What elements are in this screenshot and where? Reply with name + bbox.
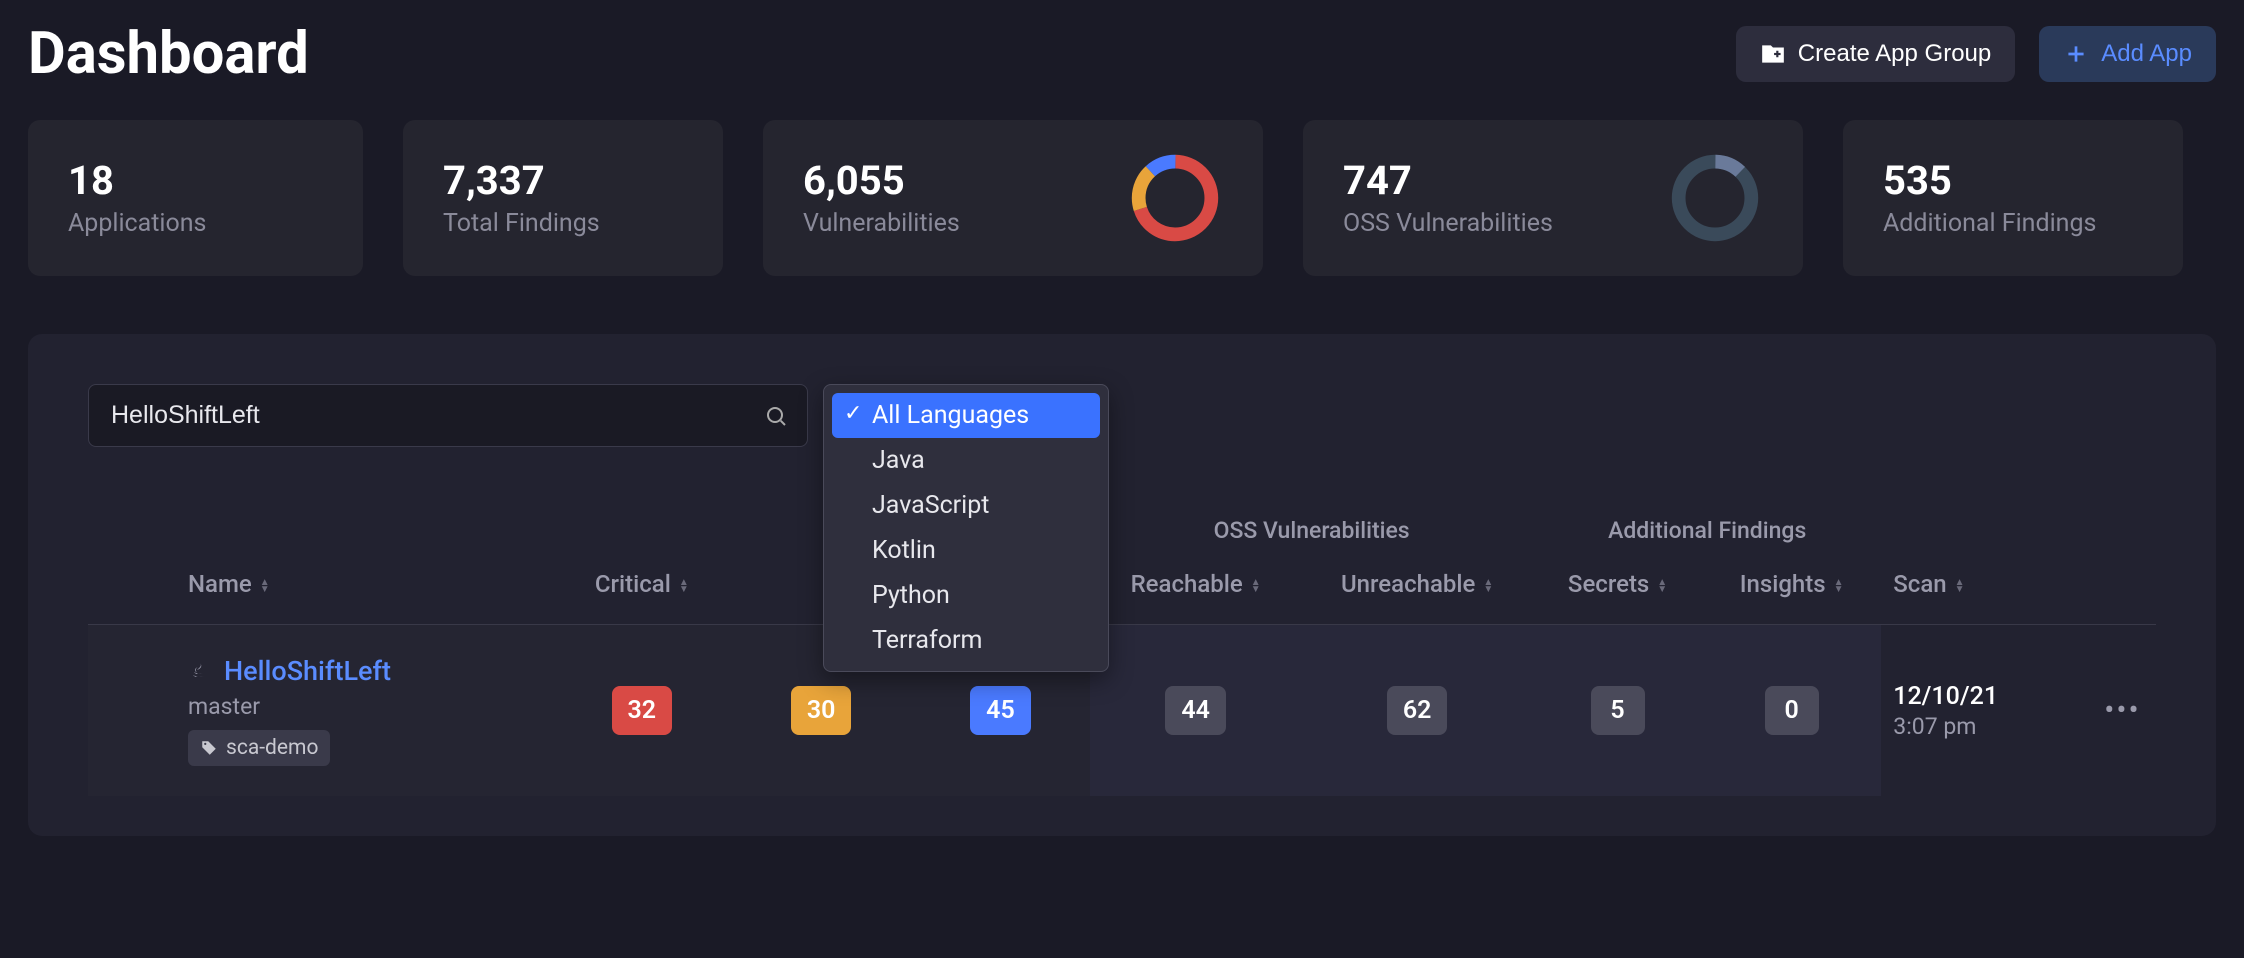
search-icon [764, 404, 788, 428]
dropdown-option-python[interactable]: Python [832, 573, 1100, 618]
dropdown-option-all-languages[interactable]: All Languages [832, 393, 1100, 438]
create-app-group-label: Create App Group [1798, 40, 1991, 68]
header-actions: Create App Group Add App [1736, 26, 2216, 82]
col-critical[interactable]: Critical▲▼ [552, 550, 731, 625]
table-row[interactable]: HelloShiftLeft master sca-demo 32 30 45 … [88, 625, 2156, 797]
stat-oss-vulnerabilities[interactable]: 747 OSS Vulnerabilities [1303, 120, 1803, 276]
plus-icon [2063, 41, 2089, 67]
sort-icon: ▲▼ [1483, 579, 1493, 593]
sort-icon: ▲▼ [1955, 579, 1965, 593]
search-input[interactable] [88, 384, 808, 447]
tag-chip[interactable]: sca-demo [188, 730, 330, 766]
col-reachable[interactable]: Reachable▲▼ [1090, 550, 1301, 625]
sort-icon: ▲▼ [260, 579, 270, 593]
add-app-button[interactable]: Add App [2039, 26, 2216, 82]
stats-row: 18 Applications 7,337 Total Findings 6,0… [28, 120, 2216, 276]
pill-reachable: 44 [1165, 686, 1226, 735]
stat-additional-findings[interactable]: 535 Additional Findings [1843, 120, 2183, 276]
table-section: All Languages Java JavaScript Kotlin Pyt… [28, 334, 2216, 836]
stat-value: 535 [1883, 159, 2096, 203]
app-link[interactable]: HelloShiftLeft [224, 655, 391, 687]
tag-label: sca-demo [226, 736, 318, 760]
stat-label: Applications [68, 209, 206, 238]
add-app-label: Add App [2101, 40, 2192, 68]
donut-chart-icon [1127, 150, 1223, 246]
col-scan[interactable]: Scan▲▼ [1881, 550, 2092, 625]
search-wrap [88, 384, 808, 447]
stat-label: Vulnerabilities [803, 209, 960, 238]
pill-critical: 32 [612, 686, 673, 735]
dropdown-option-java[interactable]: Java [832, 438, 1100, 483]
col-unreachable[interactable]: Unreachable▲▼ [1301, 550, 1533, 625]
stat-label: OSS Vulnerabilities [1343, 209, 1553, 238]
stat-value: 6,055 [803, 159, 960, 203]
donut-chart-icon [1667, 150, 1763, 246]
sort-icon: ▲▼ [679, 579, 689, 593]
tag-icon [200, 739, 218, 757]
findings-table: OSS Vulnerabilities Additional Findings … [88, 477, 2156, 796]
page-title: Dashboard [28, 20, 309, 88]
folder-plus-icon [1760, 41, 1786, 67]
stat-value: 7,337 [443, 159, 600, 203]
pill-high: 30 [791, 686, 852, 735]
stat-label: Additional Findings [1883, 209, 2096, 238]
group-header-oss: OSS Vulnerabilities [1090, 477, 1533, 550]
col-secrets[interactable]: Secrets▲▼ [1533, 550, 1702, 625]
sort-icon: ▲▼ [1834, 579, 1844, 593]
stat-value: 18 [68, 159, 206, 203]
sort-icon: ▲▼ [1251, 579, 1261, 593]
branch-label: master [188, 693, 540, 720]
stat-applications[interactable]: 18 Applications [28, 120, 363, 276]
group-header-additional: Additional Findings [1533, 477, 1881, 550]
pill-medium: 45 [970, 686, 1031, 735]
pill-secrets: 5 [1591, 686, 1645, 735]
stat-value: 747 [1343, 159, 1553, 203]
more-icon[interactable]: ••• [2104, 693, 2140, 728]
create-app-group-button[interactable]: Create App Group [1736, 26, 2015, 82]
stat-vulnerabilities[interactable]: 6,055 Vulnerabilities [763, 120, 1263, 276]
filters-row: All Languages Java JavaScript Kotlin Pyt… [88, 384, 2156, 447]
stat-label: Total Findings [443, 209, 600, 238]
java-icon [188, 659, 212, 683]
scan-date: 12/10/21 [1893, 682, 2080, 711]
col-insights[interactable]: Insights▲▼ [1702, 550, 1881, 625]
dropdown-option-kotlin[interactable]: Kotlin [832, 528, 1100, 573]
stat-total-findings[interactable]: 7,337 Total Findings [403, 120, 723, 276]
language-dropdown[interactable]: All Languages Java JavaScript Kotlin Pyt… [823, 384, 1109, 672]
col-name[interactable]: Name▲▼ [88, 550, 552, 625]
dropdown-option-javascript[interactable]: JavaScript [832, 483, 1100, 528]
sort-icon: ▲▼ [1657, 579, 1667, 593]
dropdown-option-terraform[interactable]: Terraform [832, 618, 1100, 663]
pill-insights: 0 [1765, 686, 1819, 735]
pill-unreachable: 62 [1387, 686, 1448, 735]
scan-time: 3:07 pm [1893, 713, 2080, 740]
